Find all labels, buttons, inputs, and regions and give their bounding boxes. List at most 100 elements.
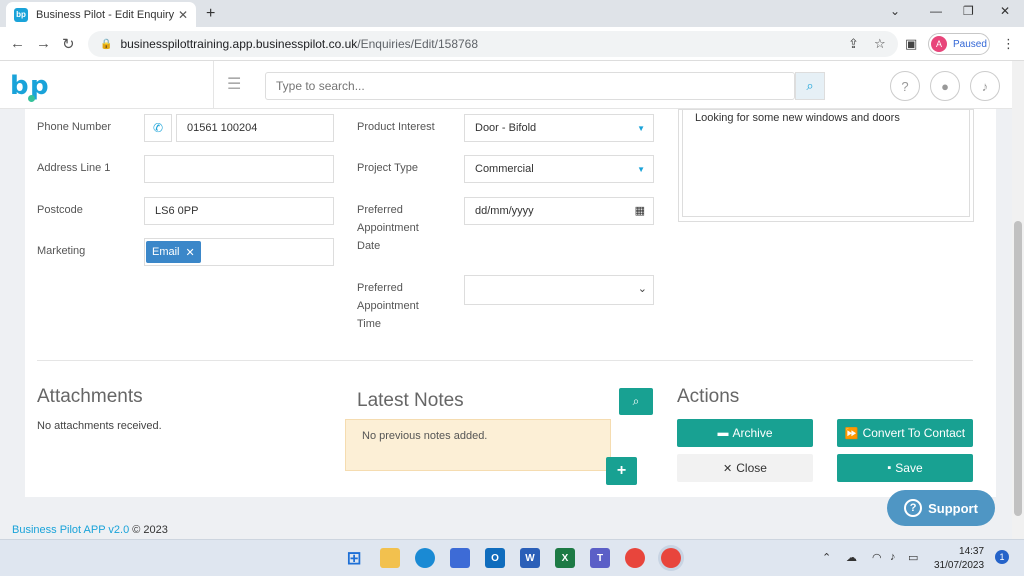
scrollbar[interactable] [1012, 61, 1024, 539]
convert-to-contact-button[interactable]: ⏩ Convert To Contact [837, 419, 973, 447]
address-bar[interactable]: 🔒 businesspilottraining.app.businesspilo… [88, 31, 898, 57]
support-button[interactable]: ? Support [887, 490, 995, 526]
floppy-disk-icon: ▪ [887, 462, 892, 474]
hamburger-menu-icon[interactable]: ☰ [227, 74, 241, 94]
appt-date-label: Preferred Appointment Date [357, 204, 419, 252]
file-explorer-icon[interactable] [380, 548, 400, 568]
url-path: /Enquiries/Edit/158768 [357, 37, 479, 51]
excel-icon[interactable]: X [555, 548, 575, 568]
calendar-icon[interactable]: ▦ [635, 204, 645, 217]
chevron-down-icon[interactable]: ⌄ [890, 4, 900, 18]
taskbar: ⊞ O W X T ⌃ ☁ ◠ ♪ ▭ 14:37 31/07/2023 1 [0, 539, 1024, 576]
close-button[interactable]: ✕ Close [677, 454, 813, 482]
postcode-label: Postcode [37, 204, 83, 216]
profile-button[interactable]: A Paused [928, 33, 990, 55]
chrome-icon[interactable] [625, 548, 645, 568]
user-button[interactable]: ● [930, 71, 960, 101]
remove-tag-icon[interactable]: ✕ [186, 246, 195, 259]
archive-label: Archive [732, 426, 773, 440]
notification-badge[interactable]: 1 [995, 550, 1009, 564]
actions-title: Actions [677, 386, 740, 407]
marketing-tag[interactable]: Email ✕ [146, 241, 201, 263]
appt-time-select[interactable]: ⌄ [464, 275, 654, 305]
attachments-title: Attachments [37, 386, 143, 407]
notes-empty-text: No previous notes added. [362, 430, 488, 442]
clock-time: 14:37 [959, 546, 985, 557]
logo[interactable]: bp [10, 67, 54, 103]
help-button[interactable]: ? [890, 71, 920, 101]
teams-icon[interactable]: T [590, 548, 610, 568]
notes-search-button[interactable]: ⌕ [619, 388, 653, 415]
archive-icon: ▬ [717, 427, 729, 439]
postcode-field[interactable]: LS6 0PP [144, 197, 334, 225]
caret-down-icon: ▼ [637, 124, 645, 133]
tray-chevron-up-icon[interactable]: ⌃ [822, 551, 831, 564]
search-input[interactable] [265, 72, 795, 100]
attachments-empty-text: No attachments received. [37, 420, 162, 432]
chevron-down-icon: ⌄ [637, 283, 647, 295]
bookmark-star-icon[interactable]: ☆ [874, 36, 886, 52]
outlook-icon[interactable]: O [485, 548, 505, 568]
appt-time-label: Preferred Appointment Time [357, 282, 419, 330]
word-icon[interactable]: W [520, 548, 540, 568]
back-icon[interactable]: ← [10, 35, 25, 52]
system-clock[interactable]: 14:37 31/07/2023 [934, 545, 984, 573]
notifications-button[interactable]: ♪ [970, 71, 1000, 101]
cloud-icon[interactable]: ☁ [846, 551, 857, 564]
marketing-label: Marketing [37, 245, 86, 257]
restore-icon[interactable]: ❐ [963, 4, 974, 18]
share-icon[interactable]: ⇪ [848, 36, 859, 52]
reload-icon[interactable]: ↻ [62, 35, 75, 53]
sidepanel-icon[interactable]: ▣ [905, 36, 917, 52]
marketing-tag-label: Email [152, 246, 180, 258]
volume-icon[interactable]: ♪ [890, 551, 896, 563]
user-icon: ● [941, 78, 949, 94]
add-note-button[interactable]: + [606, 457, 637, 485]
convert-label: Convert To Contact [862, 426, 966, 440]
support-label: Support [928, 500, 978, 516]
phone-label: Phone Number [37, 121, 111, 133]
enquiry-notes-text: Looking for some new windows and doors [682, 110, 970, 217]
url-host: businesspilottraining.app.businesspilot.… [120, 37, 358, 51]
tab-close-icon[interactable]: ✕ [178, 8, 188, 22]
question-icon: ? [904, 499, 923, 517]
kebab-menu-icon[interactable]: ⋮ [1002, 36, 1015, 52]
scrollbar-thumb[interactable] [1014, 221, 1022, 516]
fast-forward-icon: ⏩ [844, 427, 859, 440]
minimize-icon[interactable]: — [930, 4, 942, 18]
phone-call-button[interactable]: ✆ [144, 114, 172, 142]
latest-notes-box: No previous notes added. [345, 419, 611, 471]
address1-field[interactable] [144, 155, 334, 183]
project-type-value: Commercial [475, 163, 534, 175]
new-tab-icon[interactable]: + [206, 5, 215, 23]
windows-start-icon[interactable]: ⊞ [344, 548, 364, 568]
project-type-select[interactable]: Commercial ▼ [464, 155, 654, 183]
product-interest-select[interactable]: Door - Bifold ▼ [464, 114, 654, 142]
chrome-profile-icon[interactable] [661, 548, 681, 568]
enquiry-notes-textarea[interactable]: Looking for some new windows and doors [678, 109, 974, 222]
window-close-icon[interactable]: ✕ [1000, 4, 1010, 18]
search-icon: ⌕ [632, 394, 640, 408]
close-label: Close [736, 461, 767, 475]
forward-icon[interactable]: → [36, 35, 51, 52]
save-button[interactable]: ▪ Save [837, 454, 973, 482]
product-interest-value: Door - Bifold [475, 122, 537, 134]
section-divider [37, 360, 973, 361]
app-version-link[interactable]: Business Pilot APP v2.0 [12, 524, 129, 536]
edge-icon[interactable] [415, 548, 435, 568]
battery-icon[interactable]: ▭ [908, 551, 918, 564]
archive-button[interactable]: ▬ Archive [677, 419, 813, 447]
copyright: © 2023 [132, 524, 168, 536]
appt-date-input[interactable]: dd/mm/yyyy ▦ [464, 197, 654, 225]
search-button[interactable]: ⌕ [795, 72, 825, 100]
store-icon[interactable] [450, 548, 470, 568]
browser-tab-bar: bp Business Pilot - Edit Enquiry ✕ + ⌄ —… [0, 0, 1024, 27]
profile-status: Paused [953, 38, 987, 50]
browser-tab[interactable]: bp Business Pilot - Edit Enquiry ✕ [6, 2, 196, 27]
wifi-icon[interactable]: ◠ [872, 551, 882, 564]
help-icon: ? [901, 78, 909, 94]
phone-icon: ✆ [152, 121, 164, 135]
tab-title: Business Pilot - Edit Enquiry [36, 8, 175, 21]
product-interest-label: Product Interest [357, 121, 435, 133]
phone-field[interactable]: 01561 100204 [176, 114, 334, 142]
